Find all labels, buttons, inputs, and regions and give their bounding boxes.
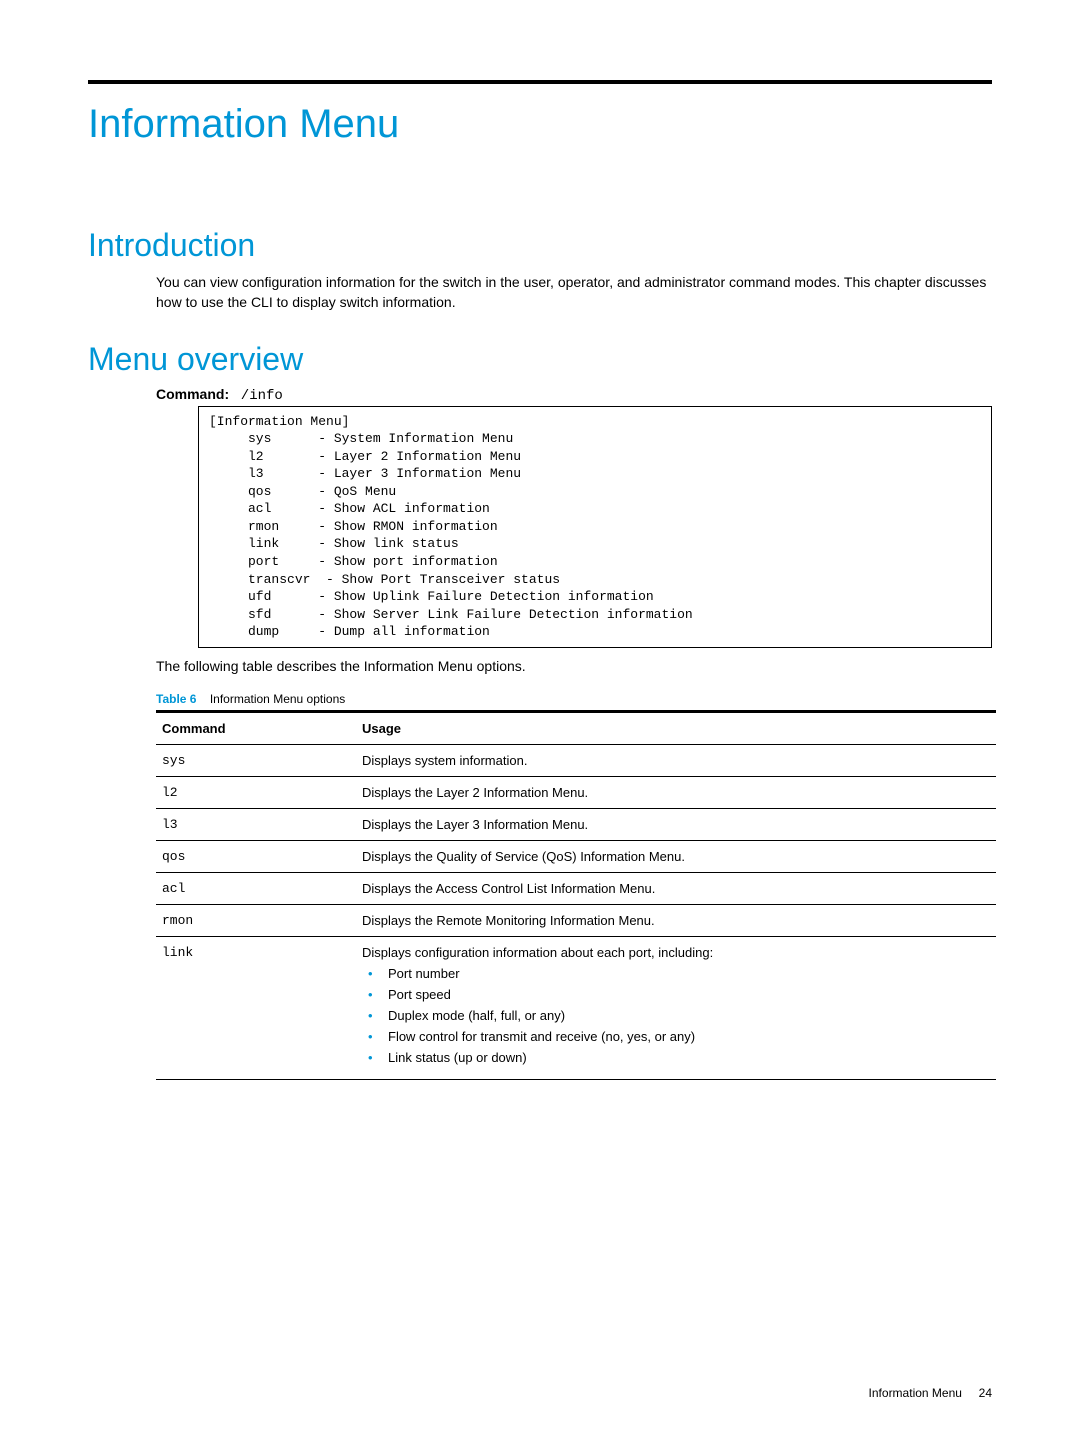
usage-text: Displays the Access Control List Informa… — [362, 881, 990, 896]
usage-bullet-item: Flow control for transmit and receive (n… — [384, 1029, 990, 1044]
usage-bullet-list: Port number Port speed Duplex mode (half, … — [362, 966, 990, 1065]
table-row: qos Displays the Quality of Service (QoS)… — [156, 840, 996, 872]
usage-bullet-item: Port number — [384, 966, 990, 981]
cell-usage: Displays system information. — [356, 744, 996, 776]
table-row: l2 Displays the Layer 2 Information Menu. — [156, 776, 996, 808]
top-rule — [88, 80, 992, 84]
command-line: Command: /info — [156, 386, 992, 404]
page-footer: Information Menu 24 — [869, 1386, 992, 1400]
usage-text: Displays the Remote Monitoring Informati… — [362, 913, 990, 928]
table-row: link Displays configuration information a… — [156, 936, 996, 1079]
usage-text: Displays the Quality of Service (QoS) In… — [362, 849, 990, 864]
cell-command: link — [156, 936, 356, 1079]
usage-text: Displays the Layer 3 Information Menu. — [362, 817, 990, 832]
table-row: sys Displays system information. — [156, 744, 996, 776]
usage-bullet-item: Link status (up or down) — [384, 1050, 990, 1065]
table-caption-text: Information Menu options — [210, 692, 345, 706]
cell-command: qos — [156, 840, 356, 872]
page-title: Information Menu — [88, 102, 992, 147]
command-value: /info — [241, 388, 283, 404]
cell-command: sys — [156, 744, 356, 776]
cli-output-box: [Information Menu] sys - System Informat… — [198, 406, 992, 648]
usage-text: Displays system information. — [362, 753, 990, 768]
introduction-body: You can view configuration information f… — [156, 272, 992, 313]
table-row: acl Displays the Access Control List Info… — [156, 872, 996, 904]
cell-usage: Displays the Layer 3 Information Menu. — [356, 808, 996, 840]
table-caption-label: Table 6 — [156, 692, 196, 706]
cell-usage: Displays the Access Control List Informa… — [356, 872, 996, 904]
section-overview-heading: Menu overview — [88, 341, 992, 378]
usage-bullet-item: Duplex mode (half, full, or any) — [384, 1008, 990, 1023]
cell-usage: Displays configuration information about… — [356, 936, 996, 1079]
options-table: Command Usage sys Displays system informa… — [156, 710, 996, 1080]
usage-text: Displays configuration information about… — [362, 945, 990, 960]
cell-usage: Displays the Quality of Service (QoS) In… — [356, 840, 996, 872]
cell-command: rmon — [156, 904, 356, 936]
cell-usage: Displays the Layer 2 Information Menu. — [356, 776, 996, 808]
cell-command: acl — [156, 872, 356, 904]
section-introduction-heading: Introduction — [88, 227, 992, 264]
table-caption: Table 6 Information Menu options — [156, 692, 992, 706]
table-row: l3 Displays the Layer 3 Information Menu. — [156, 808, 996, 840]
usage-text: Displays the Layer 2 Information Menu. — [362, 785, 990, 800]
cell-command: l3 — [156, 808, 356, 840]
table-row: rmon Displays the Remote Monitoring Infor… — [156, 904, 996, 936]
footer-page-number: 24 — [979, 1386, 992, 1400]
cell-command: l2 — [156, 776, 356, 808]
column-usage: Usage — [356, 711, 996, 744]
cell-usage: Displays the Remote Monitoring Informati… — [356, 904, 996, 936]
table-intro-text: The following table describes the Inform… — [156, 658, 992, 674]
column-command: Command — [156, 711, 356, 744]
footer-text: Information Menu — [869, 1386, 962, 1400]
command-label: Command: — [156, 386, 229, 402]
usage-bullet-item: Port speed — [384, 987, 990, 1002]
